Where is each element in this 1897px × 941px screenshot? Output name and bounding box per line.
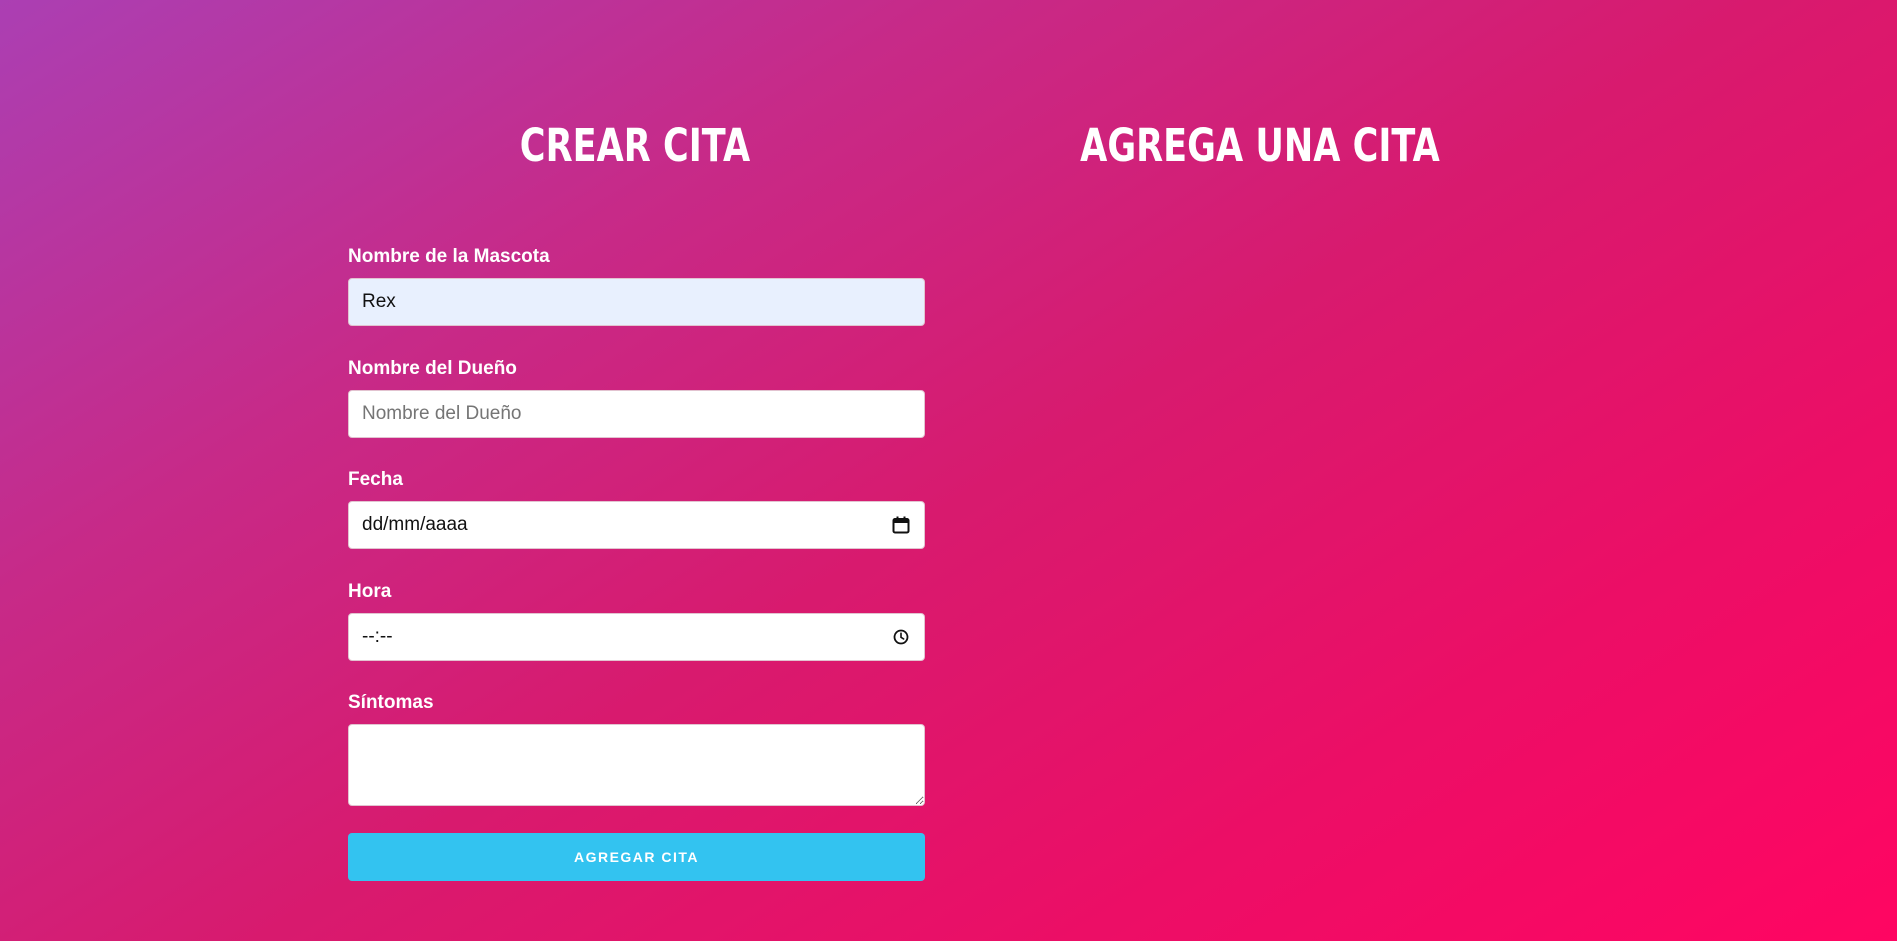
- date-input[interactable]: dd/mm/aaaa: [348, 501, 925, 549]
- time-label: Hora: [348, 581, 392, 602]
- owner-name-field: Nombre del Dueño: [348, 357, 925, 438]
- date-input-value: dd/mm/aaaa: [362, 514, 468, 535]
- appointments-list-heading: Agrega una Cita: [1080, 119, 1440, 172]
- clock-icon[interactable]: [891, 627, 911, 647]
- time-input-value: --:--: [362, 626, 393, 647]
- time-input[interactable]: --:--: [348, 613, 925, 661]
- symptoms-textarea[interactable]: [348, 724, 925, 806]
- date-label: Fecha: [348, 469, 403, 490]
- calendar-icon[interactable]: [891, 515, 911, 535]
- pet-name-field: Nombre de la Mascota: [348, 245, 925, 326]
- owner-name-label: Nombre del Dueño: [348, 358, 517, 379]
- symptoms-label: Síntomas: [348, 692, 434, 713]
- pet-name-label: Nombre de la Mascota: [348, 246, 550, 267]
- add-appointment-button[interactable]: Agregar Cita: [348, 833, 925, 881]
- owner-name-input[interactable]: [348, 390, 925, 438]
- time-field: Hora --:--: [348, 580, 925, 661]
- symptoms-field: Síntomas: [348, 691, 925, 806]
- date-field: Fecha dd/mm/aaaa: [348, 468, 925, 549]
- create-appointment-heading: Crear Cita: [519, 119, 751, 172]
- appointment-form: Nombre de la Mascota Nombre del Dueño Fe…: [348, 245, 925, 881]
- pet-name-input[interactable]: [348, 278, 925, 326]
